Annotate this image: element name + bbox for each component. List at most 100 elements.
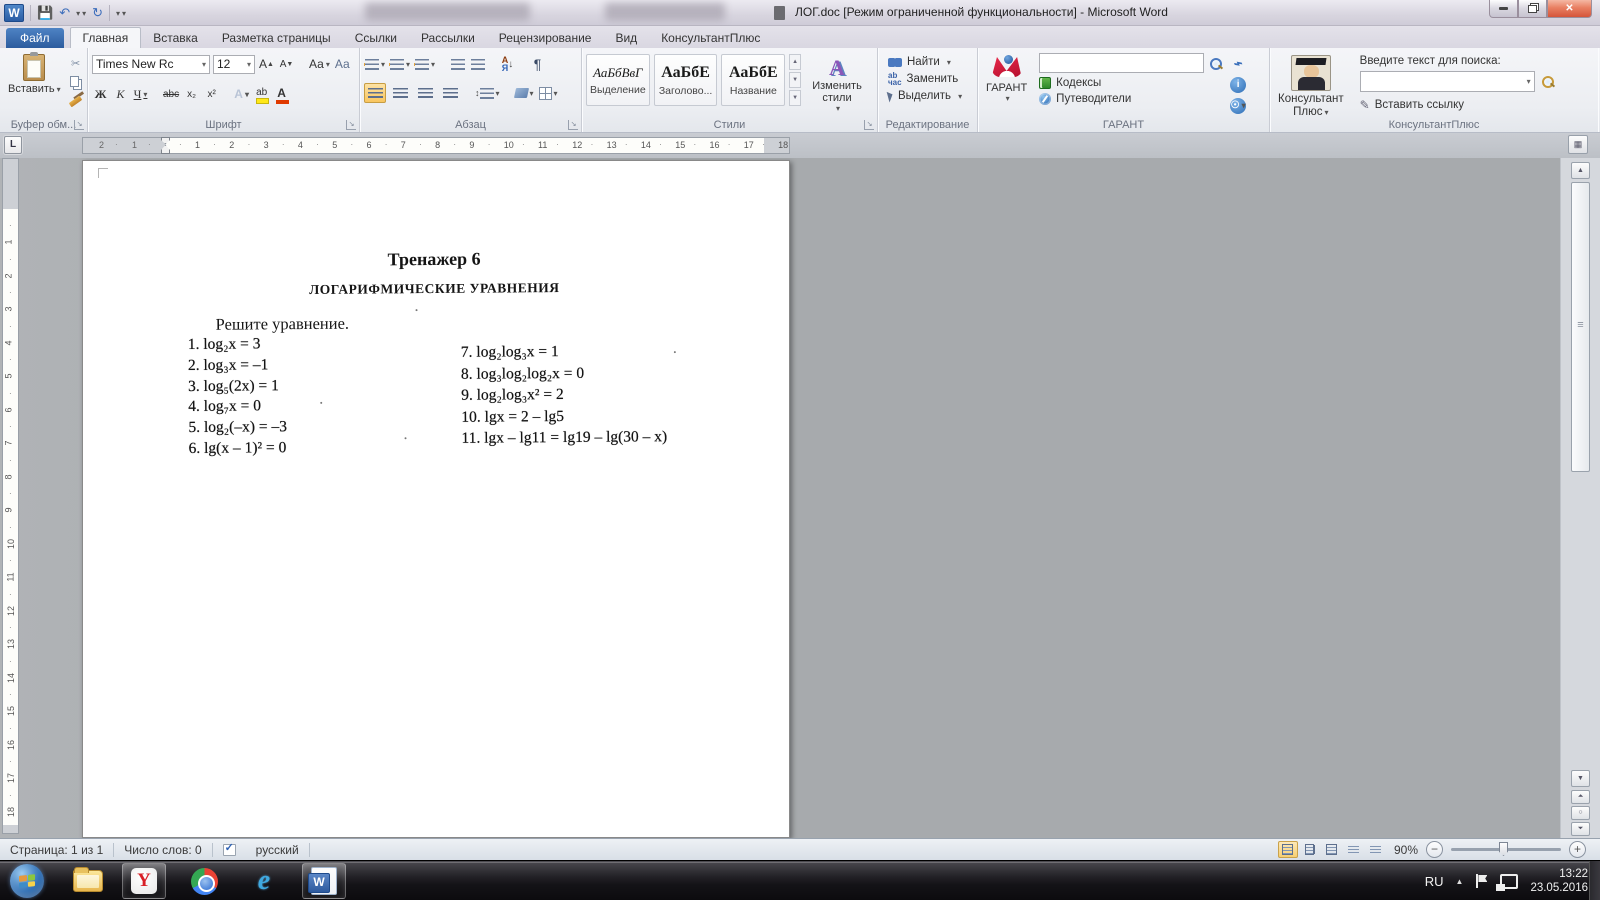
taskbar-yandex-button[interactable]: Y bbox=[122, 863, 166, 899]
justify-button[interactable] bbox=[439, 83, 461, 103]
tab-view[interactable]: Вид bbox=[603, 28, 649, 48]
proofing-status[interactable] bbox=[213, 841, 246, 856]
action-center-icon[interactable] bbox=[1475, 874, 1488, 888]
garant-button[interactable]: ГАРАНТ bbox=[982, 53, 1031, 114]
superscript-button[interactable]: х² bbox=[203, 85, 220, 104]
page-indicator[interactable]: Страница: 1 из 1 bbox=[0, 843, 113, 857]
word-count[interactable]: Число слов: 0 bbox=[114, 843, 211, 857]
change-case-button[interactable]: Аа bbox=[308, 55, 331, 74]
styles-scroll-up-icon[interactable]: ▲ bbox=[789, 54, 801, 70]
copy-icon[interactable] bbox=[67, 74, 85, 90]
restore-button[interactable] bbox=[1518, 0, 1547, 18]
garant-web-icon[interactable]: ☉ bbox=[1230, 98, 1247, 114]
word-app-icon[interactable]: W bbox=[4, 4, 24, 22]
styles-gallery-expand-icon[interactable]: ▼ bbox=[789, 90, 801, 106]
style-card-heading[interactable]: АаБбЕ Заголово... bbox=[653, 54, 718, 106]
tab-home[interactable]: Главная bbox=[69, 27, 142, 48]
clock[interactable]: 13:22 23.05.2016 bbox=[1530, 867, 1588, 895]
multilevel-list-button[interactable] bbox=[414, 55, 436, 74]
taskbar-explorer-button[interactable] bbox=[66, 863, 110, 899]
outline-view-button[interactable] bbox=[1344, 841, 1364, 858]
grow-font-button[interactable]: А ▲ bbox=[258, 55, 275, 74]
tab-selector-button[interactable]: L bbox=[4, 136, 22, 154]
bullets-button[interactable] bbox=[364, 55, 386, 74]
tab-review[interactable]: Рецензирование bbox=[487, 28, 604, 48]
paste-button[interactable]: Вставить bbox=[4, 52, 65, 112]
horizontal-ruler[interactable]: 2 · 1 · 1 · 2 · 3 · 4 · 5 · 6 · 7 · 8 · 9 · 10 · 11 · 12 · 13 · 14 · 15 ·… bbox=[82, 137, 790, 154]
scroll-down-icon[interactable]: ▼ bbox=[1571, 770, 1590, 787]
close-button[interactable]: ✕ bbox=[1547, 0, 1592, 18]
language-indicator[interactable]: RU bbox=[1425, 874, 1444, 889]
garant-link-icon[interactable]: ⌁ bbox=[1231, 54, 1245, 73]
font-color-button[interactable]: А bbox=[273, 85, 290, 104]
zoom-level[interactable]: 90% bbox=[1394, 843, 1418, 857]
highlight-color-button[interactable]: ab bbox=[253, 85, 270, 104]
taskbar-chrome-button[interactable] bbox=[182, 863, 226, 899]
consultant-search-input[interactable]: ▾ bbox=[1359, 71, 1535, 92]
shrink-font-button[interactable]: А ▼ bbox=[278, 55, 295, 74]
print-layout-view-button[interactable] bbox=[1277, 841, 1298, 858]
align-left-button[interactable] bbox=[364, 83, 386, 103]
clear-formatting-button[interactable]: Аа bbox=[334, 55, 351, 74]
change-styles-button[interactable]: A Изменить стили bbox=[801, 54, 873, 115]
full-screen-reading-view-button[interactable] bbox=[1300, 841, 1320, 858]
bold-button[interactable]: Ж bbox=[92, 85, 109, 104]
document-page[interactable]: Тренажер 6 ЛОГАРИФМИЧЕСКИЕ УРАВНЕНИЯ Реш… bbox=[82, 160, 790, 838]
start-button[interactable] bbox=[10, 864, 44, 898]
insert-link-button[interactable]: ✎ Вставить ссылку bbox=[1360, 98, 1554, 112]
scroll-up-icon[interactable]: ▲ bbox=[1571, 162, 1590, 179]
styles-scroll-down-icon[interactable]: ▼ bbox=[789, 72, 801, 88]
tab-insert[interactable]: Вставка bbox=[141, 28, 210, 48]
borders-button[interactable] bbox=[538, 84, 559, 103]
italic-button[interactable]: К bbox=[112, 85, 129, 104]
vertical-ruler[interactable]: 1 · 2 · 3 · 4 · 5 · 6 · 7 · 8 · 9 · 10 · 11 · 12 · 13 · 14 · 15 · 16 · 1… bbox=[2, 158, 19, 834]
dialog-launcher-icon[interactable]: ↘ bbox=[74, 120, 84, 130]
style-card-emphasis[interactable]: АаБбВвГ Выделение bbox=[586, 54, 650, 106]
tab-mailings[interactable]: Рассылки bbox=[409, 28, 487, 48]
line-spacing-button[interactable]: ↕ bbox=[474, 84, 501, 103]
redo-icon[interactable]: ↻ bbox=[92, 5, 103, 21]
dialog-launcher-icon[interactable]: ↘ bbox=[568, 120, 578, 130]
tab-consultantplus[interactable]: КонсультантПлюс bbox=[649, 28, 772, 48]
sort-button[interactable]: АЯ ↓ bbox=[499, 55, 516, 74]
undo-dropdown-icon[interactable]: ▾ bbox=[76, 9, 86, 18]
show-hidden-icons-button[interactable]: ▲ bbox=[1456, 877, 1464, 886]
text-effects-button[interactable]: А bbox=[233, 85, 250, 104]
font-name-combobox[interactable]: Times New Rc ▾ bbox=[92, 54, 210, 74]
save-icon[interactable]: 💾 bbox=[37, 5, 53, 21]
increase-indent-button[interactable] bbox=[469, 55, 486, 74]
customize-qat-icon[interactable]: ▾ bbox=[116, 9, 126, 18]
zoom-slider[interactable] bbox=[1451, 842, 1561, 856]
taskbar-word-button[interactable] bbox=[302, 863, 346, 899]
undo-icon[interactable]: ↶ bbox=[59, 5, 70, 21]
consultant-search-icon[interactable] bbox=[1541, 75, 1554, 88]
numbering-button[interactable] bbox=[389, 55, 411, 74]
replace-button[interactable]: ab час Заменить bbox=[888, 72, 967, 87]
tab-references[interactable]: Ссылки bbox=[343, 28, 409, 48]
strikethrough-button[interactable]: abc bbox=[162, 85, 180, 104]
dialog-launcher-icon[interactable]: ↘ bbox=[346, 120, 356, 130]
decrease-indent-button[interactable] bbox=[449, 55, 466, 74]
tab-file[interactable]: Файл bbox=[6, 28, 64, 48]
show-paragraph-marks-button[interactable]: ¶ bbox=[529, 55, 546, 74]
taskbar-ie-button[interactable]: e bbox=[242, 863, 286, 899]
language-indicator[interactable]: русский bbox=[246, 843, 309, 857]
format-painter-icon[interactable] bbox=[67, 93, 85, 109]
garant-search-icon[interactable] bbox=[1209, 57, 1223, 70]
style-card-title[interactable]: АаБбЕ Название bbox=[721, 54, 786, 106]
web-layout-view-button[interactable] bbox=[1322, 841, 1342, 858]
network-icon[interactable] bbox=[1496, 873, 1519, 891]
garant-guides-button[interactable]: Путеводители bbox=[1039, 93, 1222, 105]
find-button[interactable]: Найти bbox=[888, 56, 967, 68]
zoom-out-button[interactable]: − bbox=[1426, 841, 1443, 858]
next-page-icon[interactable]: ⏷ bbox=[1571, 822, 1590, 836]
minimize-button[interactable] bbox=[1489, 0, 1518, 18]
dialog-launcher-icon[interactable]: ↘ bbox=[864, 120, 874, 130]
garant-search-input[interactable] bbox=[1039, 53, 1205, 73]
align-center-button[interactable] bbox=[389, 83, 411, 103]
zoom-in-button[interactable]: + bbox=[1569, 841, 1586, 858]
cut-icon[interactable]: ✂ bbox=[67, 55, 85, 71]
ruler-toggle-button[interactable]: ▦ bbox=[1568, 135, 1588, 154]
draft-view-button[interactable] bbox=[1366, 841, 1386, 858]
subscript-button[interactable]: х₂ bbox=[183, 85, 200, 104]
